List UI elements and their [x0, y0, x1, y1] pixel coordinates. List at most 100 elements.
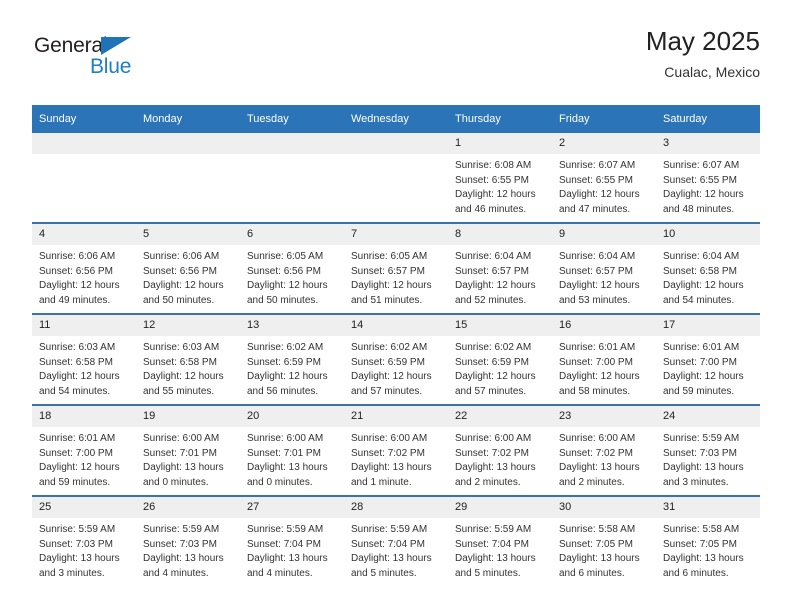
- calendar-day-cell[interactable]: 3 Sunrise: 6:07 AM Sunset: 6:55 PM Daylight…: [656, 133, 760, 223]
- daylight-text: and 6 minutes.: [559, 567, 625, 579]
- calendar-day-cell[interactable]: 20 Sunrise: 6:00 AM Sunset: 7:01 PM Dayligh…: [240, 404, 344, 496]
- sunrise-text: Sunrise: 6:01 AM: [39, 433, 116, 444]
- calendar-day-cell[interactable]: 17 Sunrise: 6:01 AM Sunset: 7:00 PM Dayligh…: [656, 313, 760, 405]
- weekday-header-friday: Friday: [552, 105, 656, 133]
- day-number: 15: [448, 315, 552, 336]
- day-sun-info: Sunrise: 5:59 AM Sunset: 7:03 PM Daylight:…: [32, 518, 136, 581]
- daylight-text: and 2 minutes.: [559, 476, 625, 488]
- calendar-day-cell-empty: [32, 133, 136, 223]
- day-sun-info: Sunrise: 5:59 AM Sunset: 7:04 PM Daylight:…: [448, 518, 552, 581]
- day-number: 25: [32, 497, 136, 518]
- sunset-text: Sunset: 7:00 PM: [39, 447, 113, 459]
- calendar-day-cell[interactable]: 15 Sunrise: 6:02 AM Sunset: 6:59 PM Dayligh…: [448, 313, 552, 405]
- calendar-day-cell[interactable]: 18 Sunrise: 6:01 AM Sunset: 7:00 PM Dayligh…: [32, 404, 136, 496]
- calendar-day-cell[interactable]: 22 Sunrise: 6:00 AM Sunset: 7:02 PM Dayligh…: [448, 404, 552, 496]
- daylight-text: Daylight: 13 hours: [455, 462, 536, 473]
- day-number: 9: [552, 224, 656, 245]
- weekday-header-sunday: Sunday: [32, 105, 136, 133]
- daylight-text: Daylight: 13 hours: [559, 553, 640, 564]
- sunset-text: Sunset: 7:04 PM: [247, 538, 321, 550]
- calendar-day-cell[interactable]: 7 Sunrise: 6:05 AM Sunset: 6:57 PM Daylight…: [344, 222, 448, 314]
- daylight-text: and 46 minutes.: [455, 203, 527, 215]
- calendar-day-cell[interactable]: 4 Sunrise: 6:06 AM Sunset: 6:56 PM Daylight…: [32, 222, 136, 314]
- calendar-day-cell[interactable]: 9 Sunrise: 6:04 AM Sunset: 6:57 PM Daylight…: [552, 222, 656, 314]
- day-number: 28: [344, 497, 448, 518]
- weekday-header-thursday: Thursday: [448, 105, 552, 133]
- sunset-text: Sunset: 7:02 PM: [559, 447, 633, 459]
- sunrise-text: Sunrise: 5:58 AM: [663, 524, 740, 535]
- daylight-text: Daylight: 12 hours: [247, 371, 328, 382]
- daylight-text: Daylight: 12 hours: [559, 371, 640, 382]
- day-number: 19: [136, 406, 240, 427]
- calendar-day-cell[interactable]: 27 Sunrise: 5:59 AM Sunset: 7:04 PM Dayligh…: [240, 495, 344, 586]
- calendar-day-cell[interactable]: 16 Sunrise: 6:01 AM Sunset: 7:00 PM Dayligh…: [552, 313, 656, 405]
- calendar-day-cell[interactable]: 25 Sunrise: 5:59 AM Sunset: 7:03 PM Dayligh…: [32, 495, 136, 586]
- calendar-day-cell[interactable]: 2 Sunrise: 6:07 AM Sunset: 6:55 PM Daylight…: [552, 133, 656, 223]
- page-header: General Blue May 2025 Cualac, Mexico: [32, 26, 760, 98]
- calendar-day-cell[interactable]: 26 Sunrise: 5:59 AM Sunset: 7:03 PM Dayligh…: [136, 495, 240, 586]
- day-number: 6: [240, 224, 344, 245]
- calendar-day-cell[interactable]: 10 Sunrise: 6:04 AM Sunset: 6:58 PM Dayligh…: [656, 222, 760, 314]
- logo-triangle-icon: [101, 37, 131, 55]
- day-number: 17: [656, 315, 760, 336]
- daylight-text: and 54 minutes.: [663, 294, 735, 306]
- calendar-day-cell[interactable]: 31 Sunrise: 5:58 AM Sunset: 7:05 PM Dayligh…: [656, 495, 760, 586]
- day-number: 8: [448, 224, 552, 245]
- day-sun-info: Sunrise: 6:01 AM Sunset: 7:00 PM Daylight:…: [32, 427, 136, 490]
- daylight-text: and 59 minutes.: [39, 476, 111, 488]
- daylight-text: Daylight: 12 hours: [559, 280, 640, 291]
- sunset-text: Sunset: 7:04 PM: [351, 538, 425, 550]
- calendar-day-cell[interactable]: 21 Sunrise: 6:00 AM Sunset: 7:02 PM Dayligh…: [344, 404, 448, 496]
- calendar-day-cell[interactable]: 5 Sunrise: 6:06 AM Sunset: 6:56 PM Daylight…: [136, 222, 240, 314]
- sunset-text: Sunset: 6:59 PM: [247, 356, 321, 368]
- calendar-day-cell[interactable]: 28 Sunrise: 5:59 AM Sunset: 7:04 PM Dayligh…: [344, 495, 448, 586]
- day-number: 5: [136, 224, 240, 245]
- sunset-text: Sunset: 6:58 PM: [39, 356, 113, 368]
- day-number: 14: [344, 315, 448, 336]
- sunrise-text: Sunrise: 6:04 AM: [663, 251, 740, 262]
- day-sun-info: Sunrise: 6:00 AM Sunset: 7:02 PM Daylight:…: [448, 427, 552, 490]
- calendar-day-cell[interactable]: 14 Sunrise: 6:02 AM Sunset: 6:59 PM Dayligh…: [344, 313, 448, 405]
- daylight-text: and 47 minutes.: [559, 203, 631, 215]
- sunrise-text: Sunrise: 5:59 AM: [663, 433, 740, 444]
- day-sun-info: Sunrise: 5:59 AM Sunset: 7:03 PM Daylight:…: [136, 518, 240, 581]
- calendar-day-cell[interactable]: 8 Sunrise: 6:04 AM Sunset: 6:57 PM Daylight…: [448, 222, 552, 314]
- calendar-day-cell[interactable]: 29 Sunrise: 5:59 AM Sunset: 7:04 PM Dayligh…: [448, 495, 552, 586]
- general-blue-logo[interactable]: General Blue: [32, 34, 232, 86]
- day-sun-info: Sunrise: 6:05 AM Sunset: 6:56 PM Daylight:…: [240, 245, 344, 308]
- sunrise-text: Sunrise: 6:00 AM: [455, 433, 532, 444]
- sunrise-text: Sunrise: 6:03 AM: [143, 342, 220, 353]
- day-number: [32, 133, 136, 154]
- daylight-text: Daylight: 12 hours: [39, 280, 120, 291]
- day-sun-info: Sunrise: 5:59 AM Sunset: 7:04 PM Daylight:…: [344, 518, 448, 581]
- day-sun-info: Sunrise: 5:59 AM Sunset: 7:03 PM Daylight:…: [656, 427, 760, 490]
- calendar-day-cell[interactable]: 30 Sunrise: 5:58 AM Sunset: 7:05 PM Dayligh…: [552, 495, 656, 586]
- sunset-text: Sunset: 7:03 PM: [143, 538, 217, 550]
- daylight-text: and 59 minutes.: [663, 385, 735, 397]
- calendar-week-row: 11 Sunrise: 6:03 AM Sunset: 6:58 PM Dayligh…: [32, 313, 760, 405]
- calendar-week-row: 4 Sunrise: 6:06 AM Sunset: 6:56 PM Daylight…: [32, 222, 760, 314]
- calendar-day-cell[interactable]: 23 Sunrise: 6:00 AM Sunset: 7:02 PM Dayligh…: [552, 404, 656, 496]
- calendar-day-cell[interactable]: 19 Sunrise: 6:00 AM Sunset: 7:01 PM Dayligh…: [136, 404, 240, 496]
- calendar-day-cell[interactable]: 12 Sunrise: 6:03 AM Sunset: 6:58 PM Dayligh…: [136, 313, 240, 405]
- sunrise-text: Sunrise: 6:05 AM: [247, 251, 324, 262]
- calendar-day-cell[interactable]: 11 Sunrise: 6:03 AM Sunset: 6:58 PM Dayligh…: [32, 313, 136, 405]
- sunset-text: Sunset: 7:01 PM: [143, 447, 217, 459]
- daylight-text: and 54 minutes.: [39, 385, 111, 397]
- page-subtitle-location: Cualac, Mexico: [664, 64, 760, 80]
- calendar-day-cell[interactable]: 1 Sunrise: 6:08 AM Sunset: 6:55 PM Daylight…: [448, 133, 552, 223]
- day-number: 22: [448, 406, 552, 427]
- daylight-text: and 6 minutes.: [663, 567, 729, 579]
- day-sun-info: Sunrise: 6:06 AM Sunset: 6:56 PM Daylight:…: [32, 245, 136, 308]
- daylight-text: and 3 minutes.: [663, 476, 729, 488]
- calendar-day-cell[interactable]: 24 Sunrise: 5:59 AM Sunset: 7:03 PM Dayligh…: [656, 404, 760, 496]
- sunset-text: Sunset: 7:04 PM: [455, 538, 529, 550]
- sunrise-text: Sunrise: 5:59 AM: [39, 524, 116, 535]
- sunrise-text: Sunrise: 6:05 AM: [351, 251, 428, 262]
- daylight-text: and 57 minutes.: [455, 385, 527, 397]
- daylight-text: and 48 minutes.: [663, 203, 735, 215]
- calendar-day-cell[interactable]: 6 Sunrise: 6:05 AM Sunset: 6:56 PM Daylight…: [240, 222, 344, 314]
- calendar-day-cell[interactable]: 13 Sunrise: 6:02 AM Sunset: 6:59 PM Dayligh…: [240, 313, 344, 405]
- day-sun-info: Sunrise: 6:08 AM Sunset: 6:55 PM Daylight:…: [448, 154, 552, 217]
- sunset-text: Sunset: 6:56 PM: [39, 265, 113, 277]
